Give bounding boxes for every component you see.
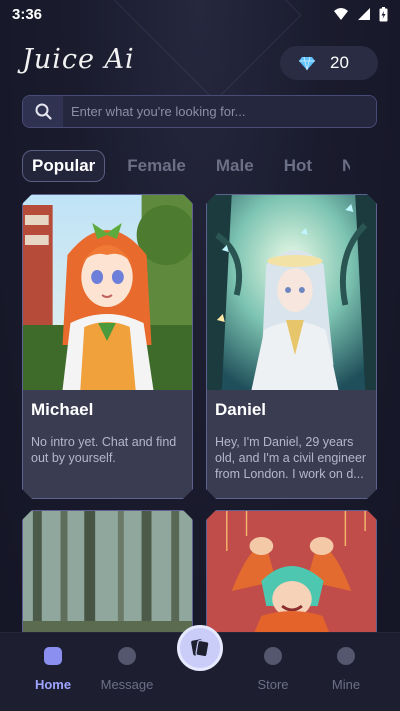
gem-count: 20 xyxy=(330,53,349,72)
nav-home[interactable]: Home xyxy=(18,647,88,692)
card-info: Michael No intro yet. Chat and find out … xyxy=(23,390,192,499)
profile-icon xyxy=(337,647,355,665)
character-portrait-forest xyxy=(23,511,192,650)
nav-mine[interactable]: Mine xyxy=(311,647,381,692)
diamond-icon xyxy=(299,56,315,70)
character-card-daniel[interactable]: Daniel Hey, I'm Daniel, 29 years old, an… xyxy=(206,194,377,499)
character-portrait-green-hair xyxy=(207,511,376,650)
tab-male[interactable]: Male xyxy=(216,156,254,176)
tab-popular[interactable]: Popular xyxy=(22,150,106,182)
character-name: Michael xyxy=(31,400,94,419)
gem-balance-button[interactable]: 20 xyxy=(280,46,378,80)
character-name: Daniel xyxy=(215,400,267,419)
signal-icon xyxy=(358,8,370,20)
nav-label: Mine xyxy=(331,677,361,692)
search-bar[interactable] xyxy=(22,95,377,128)
character-intro: Hey, I'm Daniel, 29 years old, and I'm a… xyxy=(215,435,367,481)
status-time: 3:36 xyxy=(12,5,43,23)
character-card-forest[interactable] xyxy=(22,510,193,650)
message-icon xyxy=(118,647,136,665)
nav-message[interactable]: Message xyxy=(92,647,162,692)
character-portrait-daniel xyxy=(207,195,376,390)
app-header: Juice Ai 20 xyxy=(0,40,400,86)
diamond-store-icon xyxy=(264,647,282,665)
tab-next-partial[interactable]: N xyxy=(342,156,350,176)
nav-store[interactable]: Store xyxy=(238,647,308,692)
status-bar: 3:36 xyxy=(0,0,400,28)
cards-center-button[interactable] xyxy=(177,625,223,671)
character-card-green-hair[interactable] xyxy=(206,510,377,650)
tab-hot[interactable]: Hot xyxy=(284,156,312,176)
tab-female[interactable]: Female xyxy=(127,156,186,176)
character-intro: No intro yet. Chat and find out by yours… xyxy=(31,435,177,465)
battery-icon xyxy=(379,6,388,21)
wifi-icon xyxy=(334,8,348,20)
nav-label: Store xyxy=(257,677,289,692)
home-icon xyxy=(44,647,62,665)
category-tabs: Popular Female Male Hot N xyxy=(22,148,400,184)
nav-label: Message xyxy=(100,677,154,692)
nav-label: Home xyxy=(34,677,72,692)
search-icon[interactable] xyxy=(23,96,63,127)
app-logo: Juice Ai xyxy=(22,44,135,75)
character-portrait-michael xyxy=(23,195,192,390)
status-icons xyxy=(333,6,388,22)
bottom-navigation: Home Message Store Mine xyxy=(0,625,400,711)
card-info: Daniel Hey, I'm Daniel, 29 years old, an… xyxy=(207,390,376,499)
search-input[interactable] xyxy=(63,96,376,127)
character-card-michael[interactable]: Michael No intro yet. Chat and find out … xyxy=(22,194,193,499)
app-screen: 3:36 Juice Ai 20 Enter what you're looki… xyxy=(0,0,400,711)
cards-icon xyxy=(191,639,210,658)
